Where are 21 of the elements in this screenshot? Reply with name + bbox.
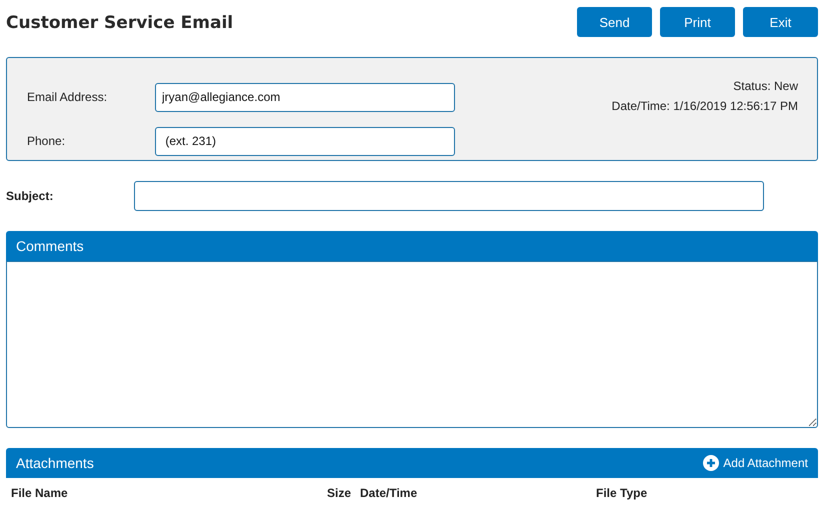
subject-field[interactable] xyxy=(134,181,764,211)
column-header: Date/Time xyxy=(359,486,418,500)
status-text: Status: New xyxy=(733,79,798,93)
email-field[interactable]: jryan@allegiance.com xyxy=(155,82,455,112)
plus-icon xyxy=(703,455,720,471)
column-header: File Type xyxy=(596,486,648,500)
column-header: File Name xyxy=(11,486,69,500)
field-label: Email Address: xyxy=(27,90,108,104)
phone-field[interactable]: (ext. 231) xyxy=(155,126,455,156)
action-button[interactable]: Exit xyxy=(743,7,818,37)
section-title: Attachments xyxy=(16,455,95,471)
field-label: Phone: xyxy=(27,134,66,148)
datetime-text: Date/Time: 1/16/2019 12:56:17 PM xyxy=(612,99,798,113)
comments-field[interactable] xyxy=(6,261,818,428)
action-button[interactable]: Print xyxy=(660,7,735,37)
column-header: Size xyxy=(326,486,351,500)
section-title: Comments xyxy=(16,238,85,254)
page-title: Customer Service Email xyxy=(6,13,234,33)
field-label: Subject: xyxy=(6,189,54,203)
action-button[interactable]: Send xyxy=(577,7,652,37)
add-attachment-button[interactable]: Add Attachment xyxy=(703,455,808,471)
